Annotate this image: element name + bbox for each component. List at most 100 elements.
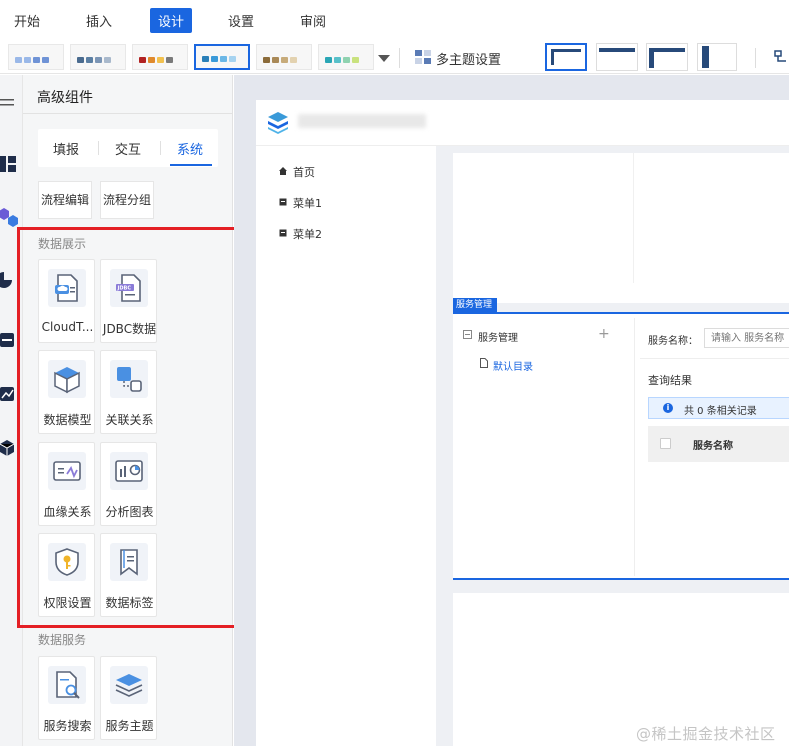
svg-text:JDBC: JDBC [117,286,132,292]
card-label: 数据标签 [105,596,154,610]
theme-swatch[interactable] [8,44,64,70]
card-label: 关联关系 [105,413,154,427]
menu-start[interactable]: 开始 [14,11,40,30]
shield-key-icon [48,543,86,581]
tab-fill[interactable]: 填报 [53,139,79,158]
analysis-chart-card[interactable]: 分析图表 [100,442,157,526]
service-theme-card[interactable]: 服务主题 [100,656,157,740]
pie-chart-icon[interactable] [0,271,16,289]
select-all-checkbox[interactable] [660,438,671,449]
tab-divider [160,141,161,155]
theme-swatch[interactable] [132,44,188,70]
dashboard-icon[interactable] [0,155,16,173]
tree-add-button[interactable]: + [598,326,610,342]
menu-insert[interactable]: 插入 [86,11,112,30]
info-icon: i [663,403,673,413]
form-icon[interactable] [0,331,16,349]
card-label: 分析图表 [105,505,154,519]
menu-design[interactable]: 设计 [150,8,193,33]
cloud-table-icon [48,269,86,307]
top-menu-bar: 开始 插入 设计 设置 审阅 [0,0,789,42]
bookmark-icon [110,543,148,581]
permission-card[interactable]: 权限设置 [38,533,95,617]
doc-search-icon [48,666,86,704]
section-data-service-label: 数据服务 [38,633,87,647]
theme-swatch[interactable] [256,44,312,70]
card-label: 服务主题 [105,719,154,733]
menu-doc-icon [279,229,287,237]
card-label: 权限设置 [43,596,92,610]
menu-doc-icon [279,198,287,206]
component-panel: 高级组件 填报 交互 系统 流程编辑 流程分组 数据展示 CloudT... J… [23,75,233,746]
theme-dropdown-icon[interactable] [378,55,390,62]
query-result-title: 查询结果 [648,374,692,387]
service-name-label: 服务名称： [648,336,698,347]
advanced-component-icon[interactable] [0,207,18,229]
card-label: JDBC数据 [102,322,157,336]
card-divider [633,153,634,283]
toolbar-divider-2 [755,48,756,68]
service-name-input[interactable] [704,328,789,348]
card-label: 服务搜索 [43,719,92,733]
panel-title: 高级组件 [37,90,93,106]
content-card-top[interactable] [453,153,789,303]
hamburger-icon[interactable] [0,97,16,111]
lineage-icon [48,452,86,490]
file-icon [480,358,488,368]
panel-divider [23,113,233,114]
relation-icon [110,360,148,398]
tree-root-node[interactable]: 服务管理 [478,329,518,344]
card-label: 血缘关系 [43,505,92,519]
home-icon [279,167,287,175]
process-group-button[interactable]: 流程分组 [100,181,154,219]
data-tag-card[interactable]: 数据标签 [100,533,157,617]
multi-theme-button[interactable]: 多主题设置 [436,49,501,68]
menu-review[interactable]: 审阅 [300,11,326,30]
layout-top-side-button[interactable] [646,43,688,71]
nav-menu-2[interactable]: 菜单2 [293,226,322,242]
toolbar-divider [399,48,400,68]
structure-icon[interactable] [774,50,789,64]
jdbc-data-card[interactable]: JDBC JDBC数据 [100,259,157,343]
cube-icon [48,360,86,398]
watermark: @稀土掘金技术社区 [636,725,776,743]
tab-interaction[interactable]: 交互 [115,139,141,158]
card-label: 数据模型 [43,413,92,427]
menu-settings[interactable]: 设置 [228,11,254,30]
layers-icon [110,666,148,704]
data-model-card[interactable]: 数据模型 [38,350,95,434]
theme-swatch[interactable] [318,44,374,70]
service-search-card[interactable]: 服务搜索 [38,656,95,740]
tree-default-directory[interactable]: 默认目录 [493,358,533,373]
left-icon-rail [0,75,23,746]
box-icon[interactable] [0,439,16,457]
theme-swatch[interactable] [194,44,250,70]
nav-menu-1[interactable]: 菜单1 [293,195,322,211]
tab-system[interactable]: 系统 [177,139,203,158]
service-management-tag: 服务管理 [453,298,497,312]
relation-card[interactable]: 关联关系 [100,350,157,434]
layout-top-left-button[interactable] [545,43,587,71]
app-title-blurred [298,114,426,128]
tab-active-indicator [170,164,212,166]
tree-collapse-icon[interactable] [463,330,472,339]
cloudtable-card[interactable]: CloudT... [38,259,95,343]
theme-toolbar: 多主题设置 [0,42,789,74]
component-tabs: 填报 交互 系统 [38,129,218,167]
tab-divider [98,141,99,155]
widget-divider [634,318,635,576]
theme-swatch[interactable] [70,44,126,70]
process-edit-button[interactable]: 流程编辑 [38,181,92,219]
search-divider [640,358,789,359]
card-label: CloudT... [41,320,94,334]
app-logo-icon [268,112,288,134]
multi-theme-icon[interactable] [414,48,432,66]
jdbc-file-icon: JDBC [110,269,148,307]
lineage-card[interactable]: 血缘关系 [38,442,95,526]
trend-chart-icon[interactable] [0,385,16,403]
layout-top-button[interactable] [596,43,638,71]
layout-side-button[interactable] [697,43,737,71]
column-service-name: 服务名称 [693,441,733,452]
nav-home[interactable]: 首页 [293,164,315,180]
result-count-text: 共 0 条相关记录 [684,406,757,417]
